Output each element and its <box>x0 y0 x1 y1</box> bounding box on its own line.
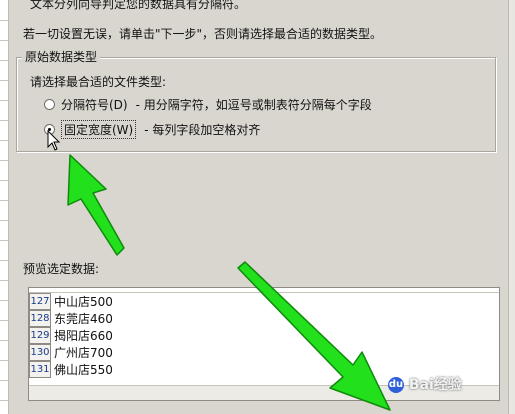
preview-row: 128 东莞店460 <box>29 310 499 327</box>
wizard-instruction: 若一切设置无误，请单击"下一步"，否则请选择最合适的数据类型。 <box>23 27 383 41</box>
window-edge <box>508 0 515 414</box>
watermark-text: Bai经验 <box>408 377 462 393</box>
preview-row-text: 揭阳店660 <box>54 329 113 343</box>
baidu-paw-icon: du <box>388 377 404 393</box>
preview-row-text: 佛山店550 <box>54 363 113 377</box>
preview-row: 127 中山店500 <box>29 293 499 310</box>
radio-label-delimited[interactable]: 分隔符号(D) <box>61 96 128 113</box>
preview-row-text: 广州店700 <box>54 346 113 360</box>
radio-description-delimited: - 用分隔字符，如逗号或制表符分隔每个字段 <box>135 97 372 112</box>
preview-row-number: 128 <box>29 310 51 327</box>
preview-row-number: 129 <box>29 327 51 344</box>
preview-row-number: 131 <box>29 361 51 378</box>
arrow-pointing-fixed-width-icon <box>67 154 125 256</box>
baidu-jingyan-watermark: du Bai经验 <box>388 374 462 394</box>
preview-row-number: 130 <box>29 344 51 361</box>
radio-label-fixed-width[interactable]: 固定宽度(W) <box>61 119 137 139</box>
mouse-cursor-icon <box>47 130 61 151</box>
preview-row: 129 揭阳店660 <box>29 327 499 344</box>
spreadsheet-row-strip <box>0 0 9 414</box>
preview-row-text: 东莞店460 <box>54 312 113 326</box>
preview-row-number: 127 <box>29 293 51 310</box>
preview-row: 130 广州店700 <box>29 344 499 361</box>
groupbox-title: 原始数据类型 <box>22 48 101 65</box>
radio-button-delimited[interactable] <box>44 98 55 110</box>
wizard-description: 文本分列向导判定您的数据具有分隔符。 <box>30 0 247 11</box>
file-type-prompt: 请选择最合适的文件类型: <box>30 75 167 89</box>
preview-row-text: 中山店500 <box>54 295 113 309</box>
radio-fixed-width[interactable]: 固定宽度(W) - 每列字段加空格对齐 <box>44 119 261 139</box>
preview-label: 预览选定数据: <box>23 262 100 276</box>
radio-description-fixed-width: - 每列字段加空格对齐 <box>144 122 261 137</box>
radio-delimited[interactable]: 分隔符号(D) - 用分隔字符，如逗号或制表符分隔每个字段 <box>44 95 372 113</box>
